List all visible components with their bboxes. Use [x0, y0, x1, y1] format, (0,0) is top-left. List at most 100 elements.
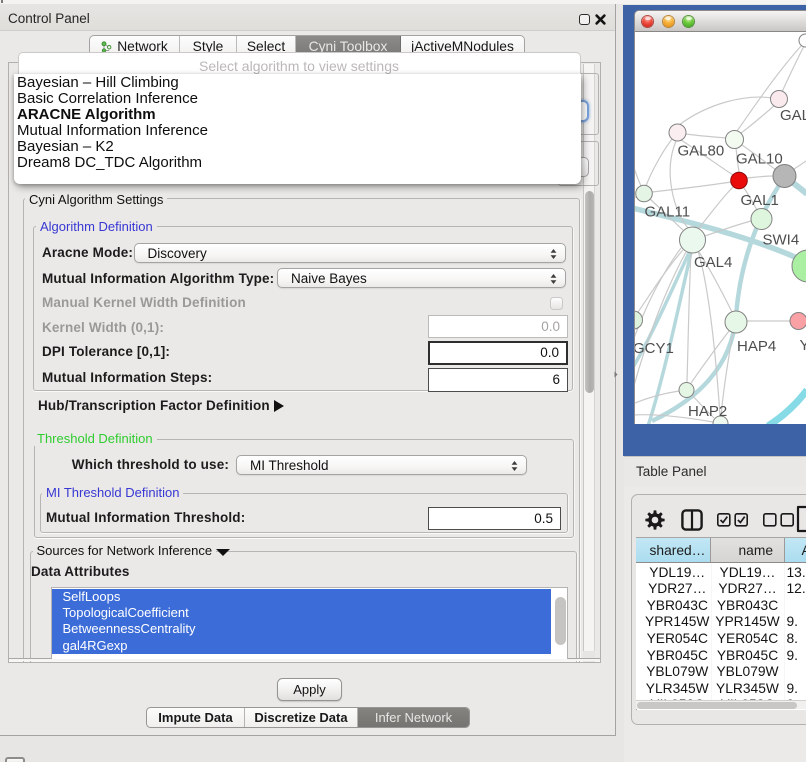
node-gcy1[interactable] — [635, 311, 643, 329]
edge[interactable] — [782, 46, 804, 92]
table-cell[interactable] — [785, 598, 806, 615]
table-cell[interactable]: YBL079W — [640, 664, 715, 681]
table-cell[interactable]: 9. — [785, 614, 806, 631]
bottom-left-panel-button[interactable] — [5, 757, 25, 762]
list-scrollbar-thumb[interactable] — [555, 597, 566, 645]
table-cell[interactable]: YLR345W — [711, 681, 785, 698]
table-cell[interactable]: 13. — [785, 565, 806, 582]
node-pink[interactable] — [790, 313, 806, 330]
table-cell[interactable]: YBL079W — [711, 664, 785, 681]
table-hscrollbar-thumb[interactable] — [637, 702, 797, 709]
node-gal80[interactable] — [669, 124, 686, 141]
mi-steps-field[interactable]: 6 — [428, 368, 568, 392]
list-item-selected[interactable]: BetweennessCentrality — [52, 621, 551, 637]
apply-button[interactable]: Apply — [277, 678, 342, 701]
kernel-width-field[interactable]: 0.0 — [428, 315, 568, 339]
table-cell[interactable]: YDL19… — [640, 565, 715, 582]
table-hscrollbar[interactable] — [636, 700, 806, 709]
mi-threshold-field[interactable]: 0.5 — [428, 507, 561, 530]
aracne-mode-combo[interactable]: Discovery — [134, 243, 566, 263]
list-item-selected[interactable]: SelfLoops — [52, 589, 551, 605]
node-gal4[interactable] — [680, 227, 706, 253]
mi-type-label: Mutual Information Algorithm Type: — [42, 271, 274, 286]
table-cell[interactable]: YER054C — [640, 631, 715, 648]
network-labels: GAL7 GAL80 GAL10 GAL1 GAL11 SWI4 GAL4 GC… — [635, 107, 806, 420]
table-cell[interactable]: 8. — [785, 631, 806, 648]
edge[interactable] — [652, 182, 731, 192]
tab-impute-data[interactable]: Impute Data — [147, 708, 245, 727]
table-cell[interactable]: YBR043C — [640, 598, 715, 615]
table-cell[interactable]: YBR043C — [711, 598, 785, 615]
table-cell[interactable]: YPR145W — [711, 614, 785, 631]
close-icon[interactable] — [594, 13, 607, 26]
close-traffic-light[interactable] — [642, 16, 653, 27]
main-scrollbar-thumb[interactable] — [585, 191, 594, 393]
node-gal10[interactable] — [726, 131, 744, 149]
dropdown-item[interactable]: Mutual Information Inference — [17, 123, 208, 139]
table-cell[interactable]: 12. — [785, 581, 806, 598]
column-header-shared-name[interactable]: shared… — [636, 538, 711, 564]
dpi-tolerance-field[interactable]: 0.0 — [428, 341, 568, 365]
node-gal1[interactable] — [731, 172, 748, 189]
list-item-selected[interactable]: gal4RGexp — [52, 638, 551, 654]
gear-icon[interactable] — [645, 510, 665, 530]
dropdown-item[interactable]: Bayesian – Hill Climbing — [17, 75, 179, 91]
table-cell[interactable]: YPR145W — [640, 614, 715, 631]
table-cell[interactable]: YBR045C — [711, 648, 785, 665]
table-cell[interactable]: 9. — [785, 648, 806, 665]
network-titlebar[interactable] — [635, 11, 806, 32]
table-cell[interactable]: 9. — [785, 681, 806, 698]
edge[interactable] — [698, 251, 720, 416]
data-attributes-list[interactable]: SelfLoops TopologicalCoefficient Between… — [51, 587, 568, 659]
node-swi4[interactable] — [751, 209, 772, 230]
hub-expand-icon[interactable] — [274, 400, 284, 412]
table-cell[interactable]: YDR27… — [711, 581, 785, 598]
tab-discretize-data[interactable]: Discretize Data — [245, 708, 358, 727]
table-cell[interactable] — [785, 664, 806, 681]
node-hap4[interactable] — [725, 311, 747, 333]
table-cell[interactable]: YDL19… — [711, 565, 785, 582]
edge[interactable] — [679, 97, 779, 125]
edge[interactable] — [646, 139, 672, 186]
edge[interactable] — [747, 176, 773, 178]
table-cell[interactable]: YDR27… — [640, 581, 715, 598]
manual-kernel-checkbox[interactable] — [550, 297, 563, 310]
show-columns-icon[interactable] — [717, 513, 749, 527]
table-cell[interactable]: YBR045C — [640, 648, 715, 665]
mi-type-combo[interactable]: Naive Bayes — [277, 268, 566, 288]
control-panel-titlebar[interactable] — [0, 4, 615, 31]
edge[interactable] — [686, 134, 726, 138]
sources-collapse-icon[interactable] — [216, 549, 230, 556]
float-window-icon[interactable] — [579, 14, 590, 25]
dropdown-item-selected[interactable]: ARACNE Algorithm — [17, 107, 156, 123]
column-header-third[interactable]: A — [785, 538, 806, 564]
list-item-selected[interactable]: TopologicalCoefficient — [52, 605, 551, 621]
network-canvas[interactable]: GAL7 GAL80 GAL10 GAL1 GAL11 SWI4 GAL4 GC… — [635, 32, 806, 424]
node-hap2[interactable] — [679, 383, 694, 398]
tab-infer-network[interactable]: Infer Network — [358, 708, 469, 727]
table-cell[interactable]: YLR345W — [640, 681, 715, 698]
dropdown-item[interactable]: Bayesian – K2 — [17, 139, 114, 155]
node-gal11[interactable] — [636, 185, 653, 202]
minimize-traffic-light[interactable] — [663, 16, 674, 27]
split-columns-icon[interactable] — [681, 509, 703, 531]
table-cell[interactable]: YER054C — [711, 631, 785, 648]
edge-highlighted[interactable] — [768, 390, 806, 424]
split-divider-arrow-icon[interactable] — [614, 371, 618, 378]
mi-type-value: Naive Bayes — [291, 271, 367, 286]
algorithm-select-combo[interactable]: Select algorithm to view settings — [18, 52, 581, 74]
edge[interactable] — [635, 138, 641, 186]
column-header-name[interactable]: name — [711, 538, 785, 564]
hide-columns-icon[interactable] — [763, 513, 795, 527]
edge[interactable] — [698, 187, 733, 229]
node[interactable] — [771, 91, 788, 108]
which-threshold-combo[interactable]: MI Threshold — [236, 455, 527, 475]
edge[interactable] — [794, 161, 806, 169]
dropdown-item[interactable]: Dream8 DC_TDC Algorithm — [17, 155, 202, 171]
top-tick — [1, 0, 3, 3]
new-document-icon[interactable] — [796, 505, 806, 533]
dropdown-item[interactable]: Basic Correlation Inference — [17, 91, 198, 107]
zoom-traffic-light[interactable] — [683, 16, 694, 27]
node-gray[interactable] — [773, 165, 796, 188]
node[interactable] — [799, 34, 806, 47]
